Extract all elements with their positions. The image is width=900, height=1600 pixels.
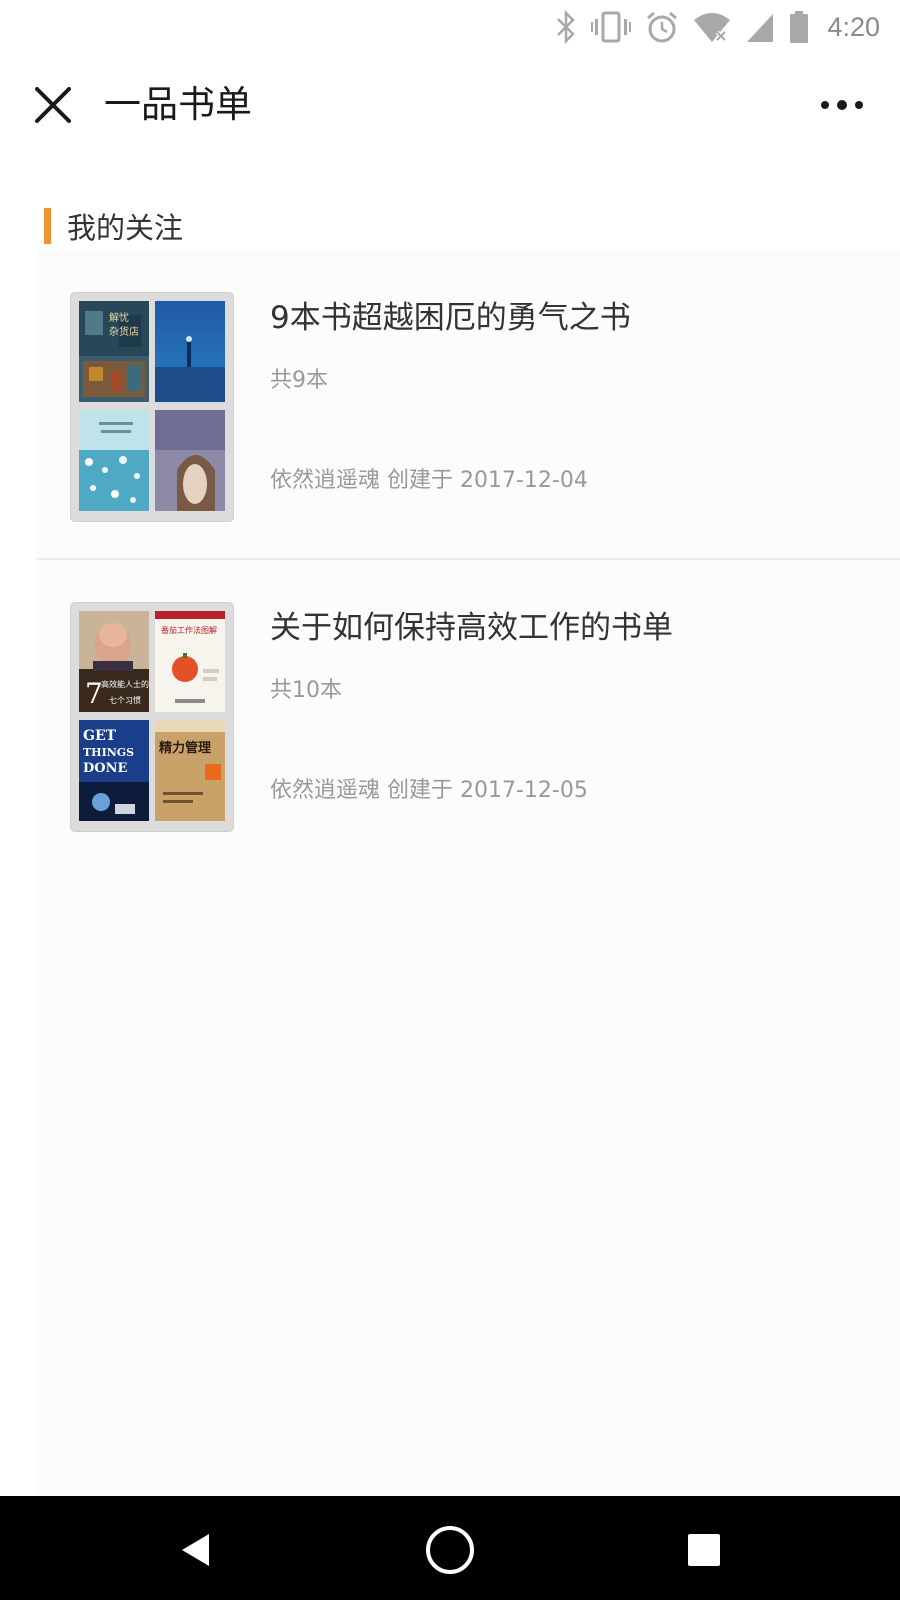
navigation-bar bbox=[0, 1496, 900, 1600]
booklist-title[interactable]: 9本书超越困厄的勇气之书 bbox=[270, 292, 631, 337]
close-button[interactable] bbox=[28, 80, 78, 130]
wifi-off-icon bbox=[694, 13, 731, 42]
vibrate-icon bbox=[591, 11, 632, 43]
home-icon bbox=[426, 1526, 474, 1574]
booklist-meta: 依然逍遥魂 创建于 2017-12-05 bbox=[270, 778, 588, 803]
svg-text:THINGS: THINGS bbox=[83, 746, 134, 759]
book-cover: 番茄工作法图解 bbox=[155, 611, 225, 712]
battery-icon bbox=[790, 11, 809, 43]
more-button[interactable] bbox=[814, 90, 870, 120]
title-bar: 一品书单 bbox=[0, 60, 900, 150]
nav-recents-button[interactable] bbox=[672, 1518, 736, 1582]
svg-text:七个习惯: 七个习惯 bbox=[109, 695, 141, 705]
svg-text:高效能人士的: 高效能人士的 bbox=[101, 679, 149, 689]
booklist-count: 共9本 bbox=[270, 368, 328, 393]
more-icon bbox=[821, 100, 863, 110]
bluetooth-icon bbox=[557, 10, 576, 44]
status-icons: 4:20 bbox=[555, 8, 880, 46]
booklist-meta: 依然逍遥魂 创建于 2017-12-04 bbox=[270, 468, 588, 493]
cover-grid: 7 高效能人士的 七个习惯 番茄工作法图解 GET THINGS DONE 精力… bbox=[70, 602, 234, 832]
signal-icon bbox=[747, 14, 774, 42]
section-accent-bar bbox=[44, 208, 51, 244]
page-title: 一品书单 bbox=[104, 83, 252, 126]
book-cover: 7 高效能人士的 七个习惯 bbox=[79, 611, 149, 712]
section-header: 我的关注 bbox=[44, 204, 183, 248]
cover-grid: 解忧 杂货店 bbox=[70, 292, 234, 522]
book-cover bbox=[155, 410, 225, 511]
book-cover: 解忧 杂货店 bbox=[79, 301, 149, 402]
book-cover bbox=[79, 410, 149, 511]
recents-icon bbox=[688, 1534, 720, 1566]
booklist-item[interactable]: 解忧 杂货店 9本书超越困厄的勇气之书 共9本 依然逍遥魂 创建于 2017-1… bbox=[36, 250, 900, 550]
svg-text:杂货店: 杂货店 bbox=[109, 325, 139, 338]
svg-text:精力管理: 精力管理 bbox=[159, 740, 211, 756]
booklist-title[interactable]: 关于如何保持高效工作的书单 bbox=[270, 602, 673, 647]
status-time: 4:20 bbox=[827, 11, 880, 42]
book-cover: GET THINGS DONE bbox=[79, 720, 149, 821]
section-title: 我的关注 bbox=[67, 211, 184, 245]
nav-home-button[interactable] bbox=[418, 1518, 482, 1582]
close-icon bbox=[35, 87, 71, 123]
svg-text:DONE: DONE bbox=[83, 761, 127, 776]
status-bar: 4:20 bbox=[0, 0, 900, 54]
cover-title: 解忧 bbox=[109, 311, 129, 324]
svg-text:番茄工作法图解: 番茄工作法图解 bbox=[161, 625, 217, 635]
booklist-count: 共10本 bbox=[270, 678, 342, 703]
svg-text:GET: GET bbox=[83, 728, 117, 744]
alarm-icon bbox=[647, 11, 678, 43]
book-cover bbox=[155, 301, 225, 402]
book-cover: 精力管理 bbox=[155, 720, 225, 821]
back-icon bbox=[182, 1534, 209, 1566]
nav-back-button[interactable] bbox=[164, 1518, 228, 1582]
booklist-item[interactable]: 7 高效能人士的 七个习惯 番茄工作法图解 GET THINGS DONE 精力… bbox=[36, 560, 900, 860]
